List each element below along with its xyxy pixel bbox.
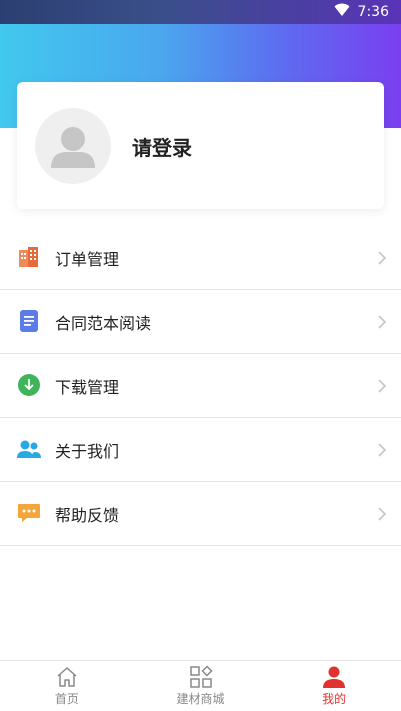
users-icon <box>17 437 41 461</box>
status-bar: 7:36 <box>0 0 401 24</box>
menu-item-help-feedback[interactable]: 帮助反馈 <box>0 482 401 546</box>
menu-item-about-us[interactable]: 关于我们 <box>0 418 401 482</box>
user-avatar-icon[interactable] <box>35 108 111 184</box>
wifi-icon <box>334 3 350 21</box>
chevron-right-icon <box>377 314 387 330</box>
document-icon <box>17 309 41 333</box>
menu-item-downloads[interactable]: 下载管理 <box>0 354 401 418</box>
tab-label: 首页 <box>54 692 79 706</box>
tab-building-materials-mall[interactable]: 建材商城 <box>134 661 268 711</box>
chevron-right-icon <box>377 442 387 458</box>
download-icon <box>17 373 41 397</box>
tab-label: 建材商城 <box>176 692 225 706</box>
status-right: 7:36 <box>334 3 389 21</box>
menu-item-contract-templates[interactable]: 合同范本阅读 <box>0 290 401 354</box>
chevron-right-icon <box>377 250 387 266</box>
bottom-tab-bar: 首页 建材商城 我的 <box>0 660 401 711</box>
menu-item-label: 下载管理 <box>55 378 120 397</box>
status-time: 7:36 <box>357 4 389 20</box>
chat-bubble-icon <box>17 501 41 525</box>
chevron-right-icon <box>377 506 387 522</box>
profile-card[interactable]: 请登录 <box>17 82 384 209</box>
login-prompt[interactable]: 请登录 <box>132 132 192 161</box>
menu-list: 订单管理 合同范本阅读 下载管理 关于我们 帮助反馈 <box>0 226 401 546</box>
menu-item-label: 合同范本阅读 <box>55 314 152 333</box>
tab-label: 我的 <box>322 692 347 706</box>
chevron-right-icon <box>377 378 387 394</box>
menu-item-label: 关于我们 <box>55 442 120 461</box>
menu-item-orders[interactable]: 订单管理 <box>0 226 401 290</box>
building-icon <box>17 245 41 269</box>
tab-mine[interactable]: 我的 <box>267 661 401 711</box>
menu-item-label: 订单管理 <box>55 250 120 269</box>
tab-home[interactable]: 首页 <box>0 661 134 711</box>
menu-item-label: 帮助反馈 <box>55 506 120 525</box>
